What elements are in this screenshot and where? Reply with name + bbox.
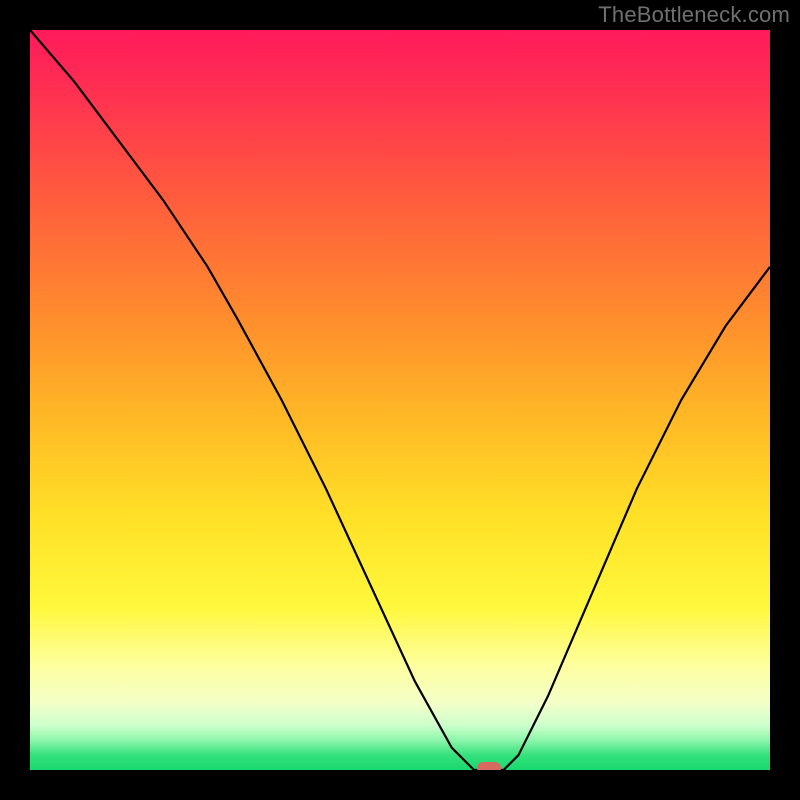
bottleneck-curve (30, 30, 770, 770)
minimum-marker (477, 762, 501, 770)
watermark-label: TheBottleneck.com (598, 2, 790, 28)
plot-area (30, 30, 770, 770)
curve-path (30, 30, 770, 770)
chart-frame: TheBottleneck.com (0, 0, 800, 800)
